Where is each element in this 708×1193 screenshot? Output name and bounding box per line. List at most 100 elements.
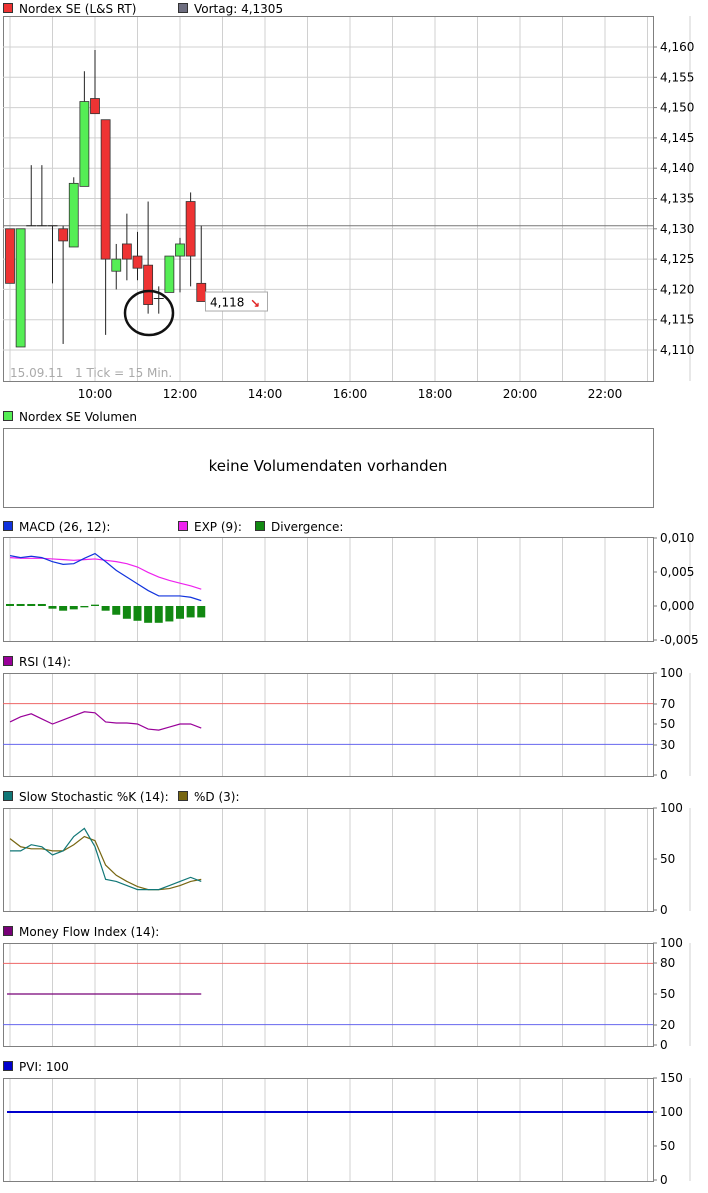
divergence-bar — [197, 606, 206, 618]
candle-body — [100, 119, 111, 260]
x-tick-label: 12:00 — [163, 387, 198, 401]
legend-label: RSI (14): — [19, 655, 71, 669]
y-tick-label: 0 — [660, 1038, 668, 1052]
candle-body — [5, 228, 15, 284]
stock-chart: Nordex SE (L&S RT) Vortag: 4,1305 4,160 4,1… — [3, 2, 699, 1187]
legend-swatch — [3, 656, 13, 666]
legend-swatch — [3, 411, 13, 421]
legend-swatch — [178, 3, 188, 13]
divergence-bar — [91, 604, 99, 606]
candle-body — [79, 101, 90, 187]
y-tick-label: 20 — [660, 1018, 675, 1032]
divergence-bar — [16, 603, 25, 606]
y-tick-label: 50 — [660, 987, 675, 1001]
y-tick-label: 50 — [660, 1139, 675, 1153]
last-price-label: 4,118 — [210, 296, 244, 310]
panel: keine Volumendaten vorhanden — [3, 428, 654, 508]
divergence-bar — [165, 606, 174, 622]
date-label: 15.09.11 — [10, 366, 63, 380]
divergence-bar — [144, 606, 153, 623]
y-tick-label: 30 — [660, 738, 675, 752]
candle-body — [15, 228, 26, 348]
candle-body — [132, 255, 143, 269]
divergence-bar — [59, 606, 68, 611]
y-tick-label: 100 — [660, 801, 683, 815]
y-tick-label: 4,160 — [660, 40, 694, 54]
panel: 4,160 4,155 4,150 4,145 4,140 4,135 4,130 4,125… — [3, 16, 694, 401]
y-tick-label: 4,140 — [660, 161, 694, 175]
y-tick-label: 0 — [660, 768, 668, 782]
divergence-bar — [101, 606, 110, 611]
y-tick-label: 80 — [660, 956, 675, 970]
legend-label: Nordex SE (L&S RT) — [19, 2, 136, 16]
candle-body — [185, 201, 196, 257]
candle-body — [196, 282, 207, 302]
legend-label: MACD (26, 12): — [19, 520, 110, 534]
candle-body — [68, 182, 79, 248]
interval-label: 1 Tick = 15 Min. — [75, 366, 172, 380]
divergence-bar — [122, 606, 131, 619]
candle-body — [58, 228, 69, 242]
candle-body — [90, 98, 100, 115]
y-tick-label: 0 — [660, 1173, 668, 1187]
candle-body — [175, 243, 185, 257]
panel: 100 70 50 30 0 — [3, 666, 691, 782]
rsi-line — [9, 711, 202, 731]
y-tick-label: 100 — [660, 1105, 683, 1119]
down-arrow-icon: ↘ — [250, 297, 260, 311]
y-tick-label: 4,155 — [660, 70, 694, 84]
divergence-bar — [6, 603, 14, 606]
y-tick-label: 4,115 — [660, 313, 694, 327]
candle-body — [111, 258, 122, 272]
divergence-bar — [37, 603, 46, 606]
panel-frame — [3, 673, 654, 777]
divergence-bar — [80, 606, 89, 608]
y-tick-label: 4,125 — [660, 252, 694, 266]
x-tick-label: 10:00 — [78, 387, 113, 401]
panel-frame — [3, 943, 654, 1047]
legend-label: %D (3): — [194, 790, 240, 804]
y-tick-label: 4,130 — [660, 222, 694, 236]
legend-swatch — [3, 1061, 13, 1071]
panel-frame — [3, 808, 654, 912]
y-tick-label: 150 — [660, 1071, 683, 1085]
candle-body — [143, 264, 154, 305]
y-tick-label: 70 — [660, 697, 675, 711]
legend-label: Money Flow Index (14): — [19, 925, 159, 939]
legend-swatch — [3, 791, 13, 801]
y-tick-label: 0,000 — [660, 599, 694, 613]
y-tick-label: 100 — [660, 666, 683, 680]
divergence-bar — [27, 603, 36, 606]
legend-swatch — [3, 3, 13, 13]
legend-swatch — [178, 521, 188, 531]
divergence-bar — [154, 606, 163, 623]
y-tick-label: 0,010 — [660, 531, 694, 545]
legend-label: Slow Stochastic %K (14): — [19, 790, 169, 804]
legend-label: EXP (9): — [194, 520, 242, 534]
y-tick-label: 4,120 — [660, 282, 694, 296]
no-volume-message: keine Volumendaten vorhanden — [209, 457, 448, 475]
divergence-bar — [69, 606, 78, 610]
legend-swatch — [255, 521, 265, 531]
y-tick-label: 4,110 — [660, 343, 694, 357]
y-tick-label: 4,135 — [660, 192, 694, 206]
legend-swatch — [178, 791, 188, 801]
candle-body — [164, 255, 175, 293]
y-tick-label: 100 — [660, 936, 683, 950]
panel: 100 50 0 — [3, 801, 691, 917]
legend-label: Vortag: 4,1305 — [194, 2, 283, 16]
panel-frame — [3, 537, 654, 642]
y-tick-label: 50 — [660, 717, 675, 731]
x-tick-label: 14:00 — [248, 387, 283, 401]
legend-swatch — [3, 926, 13, 936]
candle-body — [121, 243, 132, 260]
y-tick-label: 0 — [660, 903, 668, 917]
legend-label: PVI: 100 — [19, 1060, 69, 1074]
y-tick-label: 4,145 — [660, 131, 694, 145]
stoch-d-line — [9, 835, 202, 891]
panel: 0,010 0,005 0,000 -0,005 — [3, 531, 699, 647]
legend-label: Nordex SE Volumen — [19, 410, 137, 424]
divergence-bar — [176, 606, 184, 619]
divergence-bar — [48, 606, 57, 609]
x-tick-label: 22:00 — [588, 387, 623, 401]
